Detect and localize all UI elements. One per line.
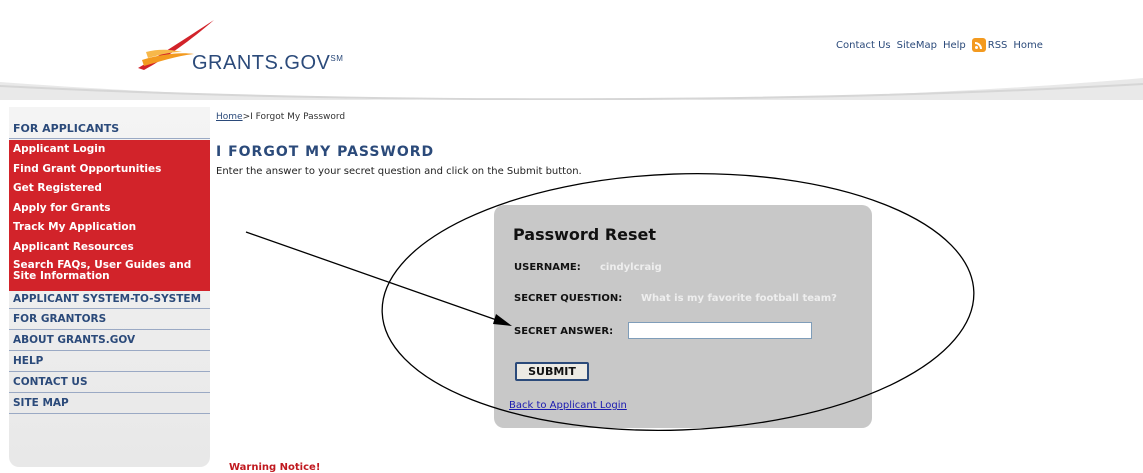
breadcrumb: Home>I Forgot My Password — [216, 112, 345, 122]
sidebar-heading: FOR APPLICANTS — [9, 119, 210, 139]
main-nav: APPLICANT SYSTEM-TO-SYSTEM FOR GRANTORS … — [9, 291, 210, 414]
applicant-menu: Applicant Login Find Grant Opportunities… — [9, 140, 210, 291]
panel-title: Password Reset — [513, 225, 657, 244]
sidebar-item-contact-us[interactable]: CONTACT US — [9, 372, 210, 393]
home-link[interactable]: Home — [1013, 40, 1043, 51]
sidebar-item-applicant-system-to-system[interactable]: APPLICANT SYSTEM-TO-SYSTEM — [9, 291, 210, 309]
breadcrumb-home-link[interactable]: Home — [216, 112, 243, 122]
warning-notice: Warning Notice! — [229, 462, 321, 473]
sidebar-item-get-registered[interactable]: Get Registered — [9, 179, 210, 199]
sitemap-link[interactable]: SiteMap — [897, 40, 937, 51]
site-header: GRANTS.GOVSM Contact Us SiteMap Help RSS… — [0, 0, 1143, 100]
sidebar-item-applicant-resources[interactable]: Applicant Resources — [9, 238, 210, 258]
secret-question-label: SECRET QUESTION: — [514, 293, 623, 304]
secret-answer-input[interactable] — [628, 322, 812, 339]
sidebar-item-for-grantors[interactable]: FOR GRANTORS — [9, 309, 210, 330]
logo-text[interactable]: GRANTS.GOVSM — [192, 52, 343, 75]
breadcrumb-current: I Forgot My Password — [250, 112, 346, 122]
sidebar-item-apply-for-grants[interactable]: Apply for Grants — [9, 199, 210, 219]
page-title: I FORGOT MY PASSWORD — [216, 144, 435, 160]
breadcrumb-separator: > — [242, 112, 251, 122]
sidebar-item-site-map[interactable]: SITE MAP — [9, 393, 210, 414]
sidebar-item-applicant-login[interactable]: Applicant Login — [9, 140, 210, 160]
secret-question-value: What is my favorite football team? — [641, 293, 837, 304]
sidebar: FOR APPLICANTS Applicant Login Find Gran… — [9, 107, 210, 467]
rss-icon — [971, 38, 986, 52]
sidebar-item-about-grants-gov[interactable]: ABOUT GRANTS.GOV — [9, 330, 210, 351]
sidebar-item-track-my-application[interactable]: Track My Application — [9, 218, 210, 238]
rss-link[interactable]: RSS — [971, 38, 1007, 52]
instructions-text: Enter the answer to your secret question… — [216, 166, 582, 177]
annotation-arrow-line — [245, 231, 509, 325]
sidebar-item-search-faqs[interactable]: Search FAQs, User Guides and Site Inform… — [9, 257, 210, 285]
secret-answer-label: SECRET ANSWER: — [514, 326, 614, 337]
back-to-applicant-login-link[interactable]: Back to Applicant Login — [509, 400, 627, 411]
contact-us-link[interactable]: Contact Us — [836, 40, 891, 51]
username-value: cindylcraig — [600, 262, 662, 273]
submit-button[interactable]: SUBMIT — [515, 362, 589, 381]
password-reset-panel: Password Reset USERNAME: cindylcraig SEC… — [494, 205, 872, 428]
username-label: USERNAME: — [514, 262, 581, 273]
sidebar-item-find-grant-opportunities[interactable]: Find Grant Opportunities — [9, 160, 210, 180]
top-links: Contact Us SiteMap Help RSS Home — [836, 38, 1043, 52]
help-link[interactable]: Help — [943, 40, 966, 51]
sidebar-item-help[interactable]: HELP — [9, 351, 210, 372]
